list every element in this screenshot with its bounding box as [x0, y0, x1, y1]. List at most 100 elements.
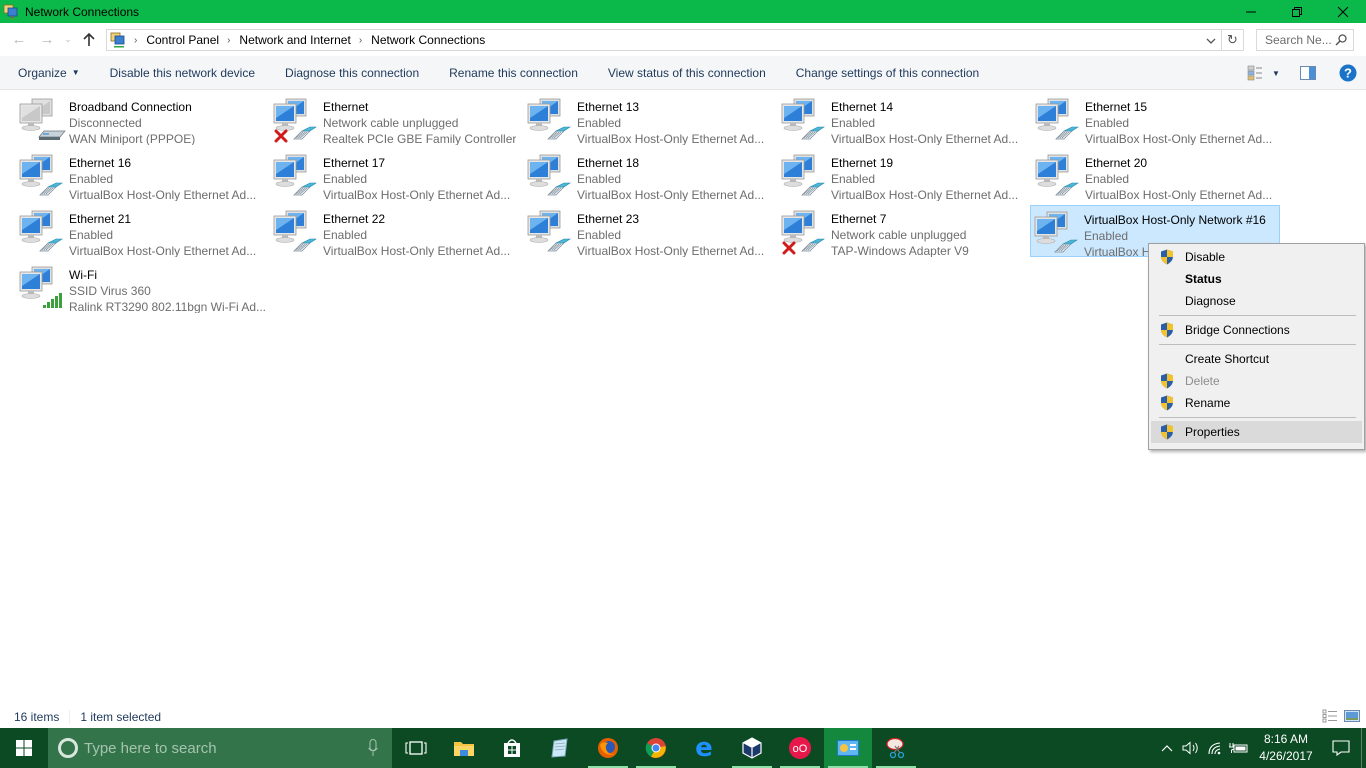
- task-view-button[interactable]: [392, 728, 440, 768]
- taskbar-chrome[interactable]: [632, 728, 680, 768]
- connection-item[interactable]: Ethernet 21 Enabled VirtualBox Host-Only…: [16, 205, 266, 257]
- connection-item[interactable]: Ethernet 13 Enabled VirtualBox Host-Only…: [524, 93, 774, 145]
- breadcrumb-control-panel[interactable]: Control Panel: [146, 33, 219, 47]
- restore-button[interactable]: [1274, 0, 1320, 23]
- connection-device: VirtualBox Host-Only Ethernet Ad...: [577, 188, 765, 201]
- taskbar-edge[interactable]: e: [680, 728, 728, 768]
- preview-pane-button[interactable]: [1286, 56, 1330, 90]
- battery-charging-icon: [1229, 743, 1248, 753]
- search-input[interactable]: Search Ne...: [1256, 29, 1354, 51]
- system-tray: 8:16 AM 4/26/2017: [1155, 728, 1366, 768]
- connection-item[interactable]: Broadband Connection Disconnected WAN Mi…: [16, 93, 266, 145]
- connection-name: Ethernet 21: [69, 212, 132, 226]
- minimize-icon: [1246, 11, 1256, 12]
- breadcrumb-network-and-internet[interactable]: Network and Internet: [239, 33, 350, 47]
- connection-item[interactable]: Ethernet 7 Network cable unplugged TAP-W…: [778, 205, 1028, 257]
- ethernet-plug-icon: [1055, 182, 1079, 196]
- recent-locations-button[interactable]: ⌄: [61, 26, 75, 54]
- connection-item[interactable]: Ethernet 20 Enabled VirtualBox Host-Only…: [1032, 149, 1282, 201]
- ethernet-adapter-icon: [270, 93, 322, 145]
- menu-separator: [1159, 315, 1356, 316]
- taskbar-network-connections[interactable]: [824, 728, 872, 768]
- taskbar-virtualbox[interactable]: [728, 728, 776, 768]
- close-icon: [1337, 6, 1349, 17]
- forward-button[interactable]: →: [33, 26, 61, 54]
- taskbar-file-explorer[interactable]: [440, 728, 488, 768]
- view-status-button[interactable]: View status of this connection: [593, 56, 781, 90]
- change-settings-button[interactable]: Change settings of this connection: [781, 56, 994, 90]
- refresh-button[interactable]: ↻: [1222, 29, 1244, 51]
- refresh-icon: ↻: [1227, 32, 1238, 47]
- connection-item[interactable]: Ethernet 14 Enabled VirtualBox Host-Only…: [778, 93, 1028, 145]
- network-tray-button[interactable]: [1203, 728, 1227, 768]
- taskbar-search-box[interactable]: Type here to search: [48, 728, 392, 768]
- taskbar-snipping-tool[interactable]: [872, 728, 920, 768]
- connection-name: Ethernet 7: [831, 212, 887, 226]
- ethernet-plug-icon: [293, 182, 317, 196]
- connection-item[interactable]: Ethernet 23 Enabled VirtualBox Host-Only…: [524, 205, 774, 257]
- menu-item-create-shortcut[interactable]: Create Shortcut: [1151, 348, 1362, 370]
- menu-item-status[interactable]: Status: [1151, 268, 1362, 290]
- show-hidden-icons-button[interactable]: [1155, 728, 1179, 768]
- start-button[interactable]: [0, 728, 48, 768]
- control-panel-icon: [110, 32, 126, 48]
- volume-button[interactable]: [1179, 728, 1203, 768]
- microphone-icon[interactable]: [368, 739, 378, 757]
- menu-item-diagnose[interactable]: Diagnose: [1151, 290, 1362, 312]
- ethernet-plug-icon: [547, 238, 571, 252]
- menu-item-properties[interactable]: Properties: [1151, 421, 1362, 443]
- large-icons-view-button[interactable]: [1344, 709, 1360, 723]
- ethernet-plug-icon: [801, 238, 825, 252]
- battery-button[interactable]: [1227, 728, 1251, 768]
- menu-item-bridge-connections[interactable]: Bridge Connections: [1151, 319, 1362, 341]
- show-desktop-button[interactable]: [1361, 728, 1366, 768]
- connection-status: Enabled: [577, 116, 622, 130]
- taskbar-red-app[interactable]: oO: [776, 728, 824, 768]
- connection-item[interactable]: Wi-Fi SSID Virus 360 Ralink RT3290 802.1…: [16, 261, 266, 313]
- disable-device-button[interactable]: Disable this network device: [95, 56, 270, 90]
- connection-item[interactable]: Ethernet 15 Enabled VirtualBox Host-Only…: [1032, 93, 1282, 145]
- change-view-button[interactable]: [1244, 56, 1266, 90]
- menu-item-label: Bridge Connections: [1185, 323, 1290, 337]
- connection-item[interactable]: Ethernet 19 Enabled VirtualBox Host-Only…: [778, 149, 1028, 201]
- minimize-button[interactable]: [1228, 0, 1274, 23]
- chevron-right-icon[interactable]: ›: [134, 35, 137, 46]
- help-button[interactable]: ?: [1330, 56, 1366, 90]
- details-view-button[interactable]: [1322, 709, 1338, 723]
- address-dropdown-button[interactable]: [1203, 33, 1219, 49]
- chevron-down-icon: [1206, 38, 1216, 44]
- taskbar-firefox[interactable]: [584, 728, 632, 768]
- arrow-up-icon: [83, 32, 95, 46]
- connection-name: Ethernet: [323, 100, 369, 114]
- ethernet-adapter-icon: [1031, 206, 1083, 258]
- snipping-tool-icon: [886, 737, 905, 759]
- connection-item[interactable]: Ethernet 22 Enabled VirtualBox Host-Only…: [270, 205, 520, 257]
- close-button[interactable]: [1320, 0, 1366, 23]
- connection-item[interactable]: Ethernet 17 Enabled VirtualBox Host-Only…: [270, 149, 520, 201]
- connection-status: Enabled: [1084, 229, 1129, 243]
- taskbar-store[interactable]: [488, 728, 536, 768]
- taskbar-notepad[interactable]: [536, 728, 584, 768]
- up-button[interactable]: [75, 26, 103, 54]
- cortana-icon: [58, 738, 78, 758]
- menu-item-rename[interactable]: Rename: [1151, 392, 1362, 414]
- clock[interactable]: 8:16 AM 4/26/2017: [1251, 731, 1321, 765]
- chevron-right-icon[interactable]: ›: [227, 35, 230, 46]
- connection-status: Enabled: [323, 228, 368, 242]
- breadcrumb-network-connections[interactable]: Network Connections: [371, 33, 485, 47]
- back-button[interactable]: ←: [5, 26, 33, 54]
- connection-item[interactable]: Ethernet Network cable unplugged Realtek…: [270, 93, 520, 145]
- diagnose-connection-button[interactable]: Diagnose this connection: [270, 56, 434, 90]
- chevron-right-icon[interactable]: ›: [359, 35, 362, 46]
- ethernet-adapter-icon: [778, 93, 830, 145]
- connection-item[interactable]: Ethernet 18 Enabled VirtualBox Host-Only…: [524, 149, 774, 201]
- view-dropdown-button[interactable]: ▼: [1266, 56, 1286, 90]
- ethernet-adapter-icon: [524, 205, 576, 257]
- organize-button[interactable]: Organize ▼: [0, 56, 95, 90]
- connection-device: VirtualBox Host-Only Ethernet Ad...: [1085, 132, 1273, 145]
- connection-item[interactable]: Ethernet 16 Enabled VirtualBox Host-Only…: [16, 149, 266, 201]
- menu-item-disable[interactable]: Disable: [1151, 246, 1362, 268]
- action-center-button[interactable]: [1321, 728, 1361, 768]
- rename-connection-button[interactable]: Rename this connection: [434, 56, 593, 90]
- address-bar[interactable]: › Control Panel › Network and Internet ›…: [106, 29, 1222, 51]
